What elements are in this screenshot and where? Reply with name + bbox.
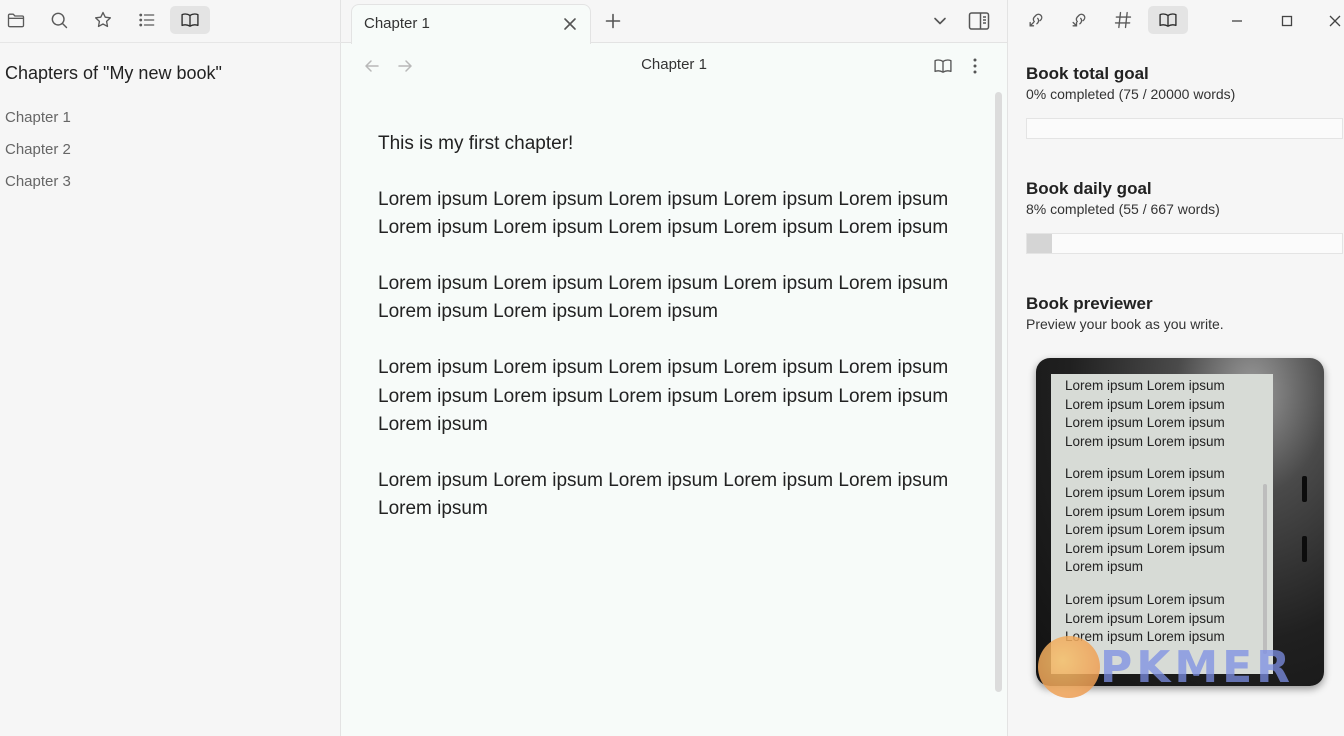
chapter-item-1[interactable]: Chapter 1	[5, 109, 71, 126]
watermark-text: PKMER	[1100, 642, 1295, 693]
total-goal-progress-bar	[1026, 118, 1343, 139]
backlinks-icon[interactable]	[1022, 6, 1050, 34]
paragraph: Lorem ipsum Lorem ipsum Lorem ipsum Lore…	[378, 356, 949, 436]
ereader-screen[interactable]: Lorem ipsum Lorem ipsum Lorem ipsum Lore…	[1051, 374, 1273, 674]
daily-goal-title: Book daily goal	[1026, 179, 1152, 198]
more-options-icon[interactable]	[965, 54, 985, 78]
scrollbar[interactable]	[995, 92, 1002, 692]
maximize-icon[interactable]	[1274, 8, 1300, 34]
book-icon[interactable]	[1148, 6, 1188, 34]
pkmer-watermark: PKMER	[1028, 632, 1328, 702]
paragraph: Lorem ipsum Lorem ipsum Lorem ipsum Lore…	[378, 272, 949, 323]
preview-scrollbar[interactable]	[1263, 484, 1267, 654]
right-sidebar-toolbar	[1008, 0, 1344, 43]
previewer-title: Book previewer	[1026, 294, 1153, 313]
preview-paragraph: Lorem ipsum Lorem ipsum Lorem ipsum Lore…	[1065, 466, 1225, 575]
preview-content: Lorem ipsum Lorem ipsum Lorem ipsum Lore…	[1065, 377, 1265, 661]
daily-goal-progress-fill	[1027, 234, 1053, 253]
plus-icon[interactable]	[601, 9, 625, 33]
book-icon[interactable]	[170, 6, 210, 34]
daily-goal-status: 8% completed (55 / 667 words)	[1026, 201, 1220, 217]
paragraph: Lorem ipsum Lorem ipsum Lorem ipsum Lore…	[378, 469, 949, 520]
right-sidebar: Book total goal 0% completed (75 / 20000…	[1007, 0, 1344, 736]
tags-icon[interactable]	[1109, 6, 1137, 34]
note-content[interactable]: This is my first chapter! Lorem ipsum Lo…	[378, 130, 968, 551]
left-sidebar: Chapters of "My new book" Chapter 1 Chap…	[0, 0, 341, 736]
search-icon[interactable]	[45, 6, 73, 34]
paragraph: This is my first chapter!	[378, 133, 574, 154]
left-sidebar-toolbar	[0, 0, 341, 43]
preview-paragraph: Lorem ipsum Lorem ipsum Lorem ipsum Lore…	[1065, 378, 1225, 449]
daily-goal-progress-bar	[1026, 233, 1343, 254]
pkmer-logo	[1038, 636, 1100, 698]
sidebar-toggle-icon[interactable]	[966, 8, 992, 34]
reading-view-icon[interactable]	[931, 54, 955, 78]
tab-bar: Chapter 1	[341, 0, 1007, 44]
chapters-heading: Chapters of "My new book"	[5, 63, 222, 83]
chapter-item-3[interactable]: Chapter 3	[5, 173, 71, 190]
paragraph: Lorem ipsum Lorem ipsum Lorem ipsum Lore…	[378, 188, 949, 239]
device-page-button	[1302, 476, 1307, 502]
total-goal-status: 0% completed (75 / 20000 words)	[1026, 86, 1236, 102]
chapter-item-2[interactable]: Chapter 2	[5, 141, 71, 158]
tab-title: Chapter 1	[364, 15, 430, 32]
previewer-subtitle: Preview your book as you write.	[1026, 316, 1224, 332]
outgoing-links-icon[interactable]	[1065, 6, 1093, 34]
close-window-icon[interactable]	[1322, 8, 1344, 34]
star-icon[interactable]	[89, 6, 117, 34]
folder-icon[interactable]	[2, 6, 30, 34]
list-icon[interactable]	[133, 6, 161, 34]
chevron-down-icon[interactable]	[929, 10, 951, 32]
total-goal-title: Book total goal	[1026, 64, 1149, 83]
minimize-icon[interactable]	[1224, 8, 1250, 34]
view-title: Chapter 1	[641, 56, 707, 73]
editor-pane: Chapter 1 Chapter 1 This is my first cha…	[341, 0, 1007, 736]
close-icon[interactable]	[560, 14, 580, 34]
tab-chapter-1[interactable]: Chapter 1	[351, 4, 591, 44]
device-page-button	[1302, 536, 1307, 562]
